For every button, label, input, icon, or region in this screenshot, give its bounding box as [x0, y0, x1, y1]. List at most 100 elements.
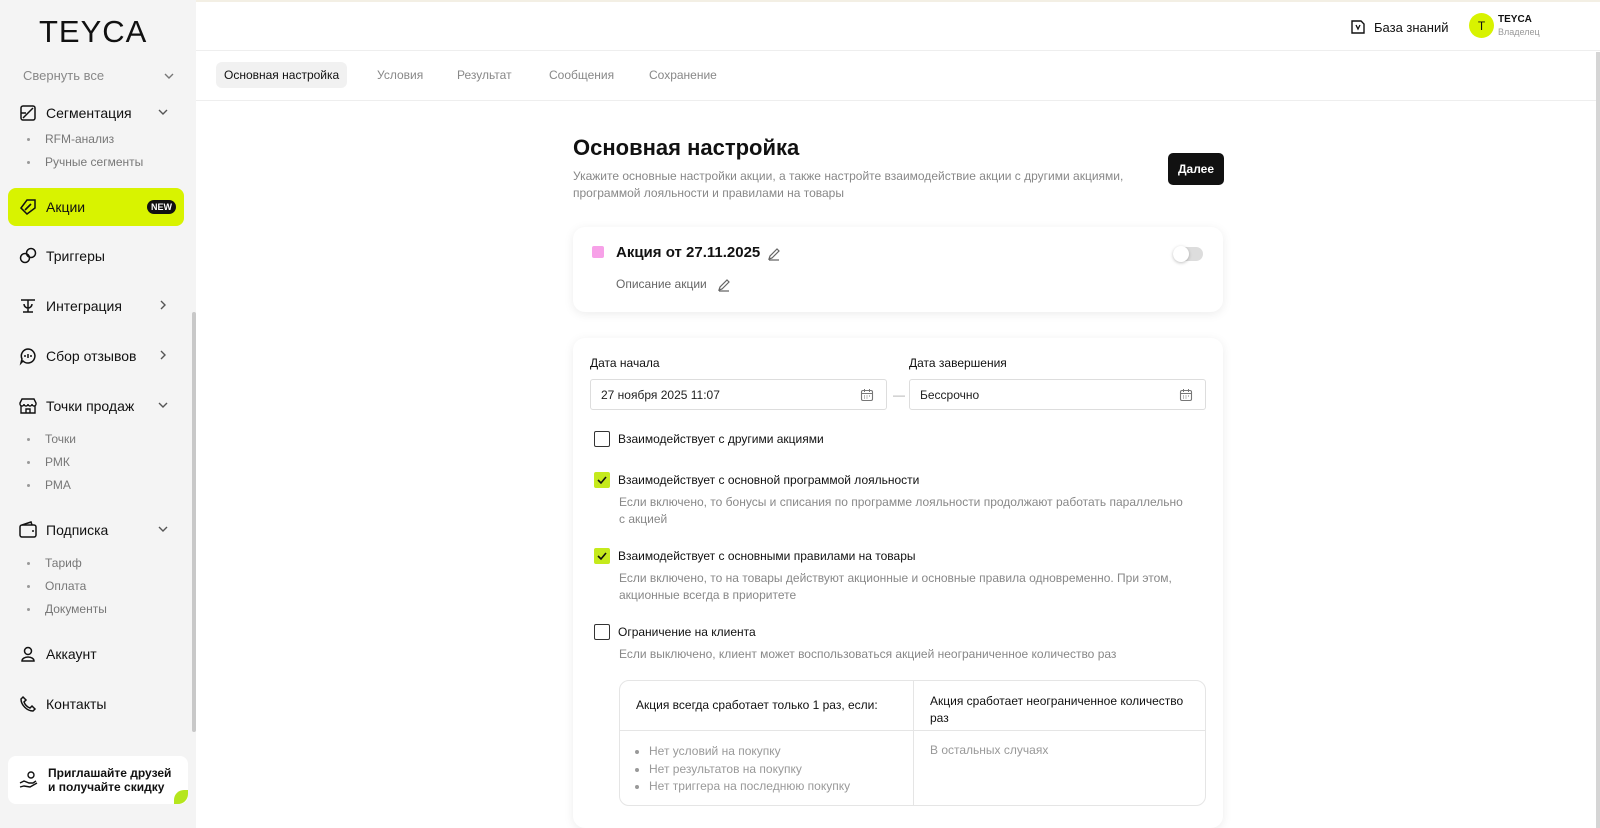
- sidebar-subitem-tariff[interactable]: Тариф: [27, 556, 82, 570]
- chevron-right-icon: [160, 300, 166, 310]
- option-client-limit[interactable]: Ограничение на клиента: [594, 624, 756, 640]
- phone-icon: [18, 694, 38, 714]
- promo-color-swatch[interactable]: [592, 246, 604, 258]
- list-item: Нет результатов на покупку: [649, 761, 913, 779]
- option-label: Взаимодействует с основными правилами на…: [618, 549, 916, 563]
- invite-line-2: и получайте скидку: [48, 780, 165, 794]
- knowledge-base-label: База знаний: [1374, 19, 1449, 35]
- tab-messages[interactable]: Сообщения: [541, 62, 622, 88]
- top-bar: База знаний T TEYCA Владелец: [196, 0, 1600, 51]
- knowledge-base-link[interactable]: База знаний: [1350, 19, 1449, 35]
- bullet: [27, 483, 30, 487]
- sidebar-subitem-payment[interactable]: Оплата: [27, 579, 86, 593]
- edit-pencil-icon[interactable]: [717, 278, 731, 292]
- sidebar-item-segmentation[interactable]: Сегментация: [8, 94, 184, 132]
- list-item: Нет условий на покупку: [649, 743, 913, 761]
- promo-description: Описание акции: [616, 277, 707, 291]
- sidebar-subitem-rfm[interactable]: RFM-анализ: [27, 132, 114, 146]
- sidebar-item-triggers[interactable]: Триггеры: [8, 237, 184, 275]
- usage-rules-table: Акция всегда сработает только 1 раз, есл…: [619, 680, 1206, 806]
- sidebar-item-reviews[interactable]: Сбор отзывов: [8, 337, 184, 375]
- sidebar-subitem-manual-segments[interactable]: Ручные сегменты: [27, 155, 143, 169]
- sidebar-subitem-label: Тариф: [45, 556, 82, 570]
- step-tabs: Основная настройка Условия Результат Соо…: [196, 51, 1600, 101]
- product-rules-hint: Если включено, то на товары действуют ак…: [619, 571, 1172, 602]
- start-date-value: 27 ноября 2025 11:07: [601, 387, 720, 402]
- list-item: Нет триггера на последнюю покупку: [649, 778, 913, 796]
- end-date-input[interactable]: Бессрочно: [909, 379, 1206, 410]
- user-menu[interactable]: T TEYCA Владелец: [1469, 13, 1540, 38]
- client-limit-checkbox[interactable]: [594, 624, 610, 640]
- sidebar-item-subscription[interactable]: Подписка: [8, 511, 184, 549]
- option-label: Взаимодействует с другими акциями: [618, 432, 824, 446]
- loyalty-checkbox[interactable]: [594, 472, 610, 488]
- logo[interactable]: TEYCA: [39, 14, 147, 50]
- invite-line-1: Приглашайте друзей: [48, 766, 172, 780]
- sidebar-subitem-documents[interactable]: Документы: [27, 602, 107, 616]
- product-rules-checkbox[interactable]: [594, 548, 610, 564]
- chevron-right-icon: [160, 350, 166, 360]
- chevron-down-icon: [158, 526, 168, 532]
- sidebar-item-account[interactable]: Аккаунт: [8, 635, 184, 673]
- sidebar-subitem-label: Документы: [45, 602, 107, 616]
- user-name: TEYCA: [1498, 13, 1532, 25]
- sidebar-item-label: Подписка: [46, 522, 109, 538]
- tab-conditions[interactable]: Условия: [369, 62, 431, 88]
- sidebar-subitem-label: Ручные сегменты: [45, 155, 144, 169]
- sidebar-subitem-rma[interactable]: РМА: [27, 478, 71, 492]
- end-date-label: Дата завершения: [909, 356, 1007, 370]
- triggers-icon: [18, 246, 38, 266]
- start-date-input[interactable]: 27 ноября 2025 11:07: [590, 379, 887, 410]
- next-button[interactable]: Далее: [1168, 153, 1224, 185]
- toggle-knob: [1173, 246, 1189, 262]
- leaf-decoration: [174, 790, 188, 804]
- table-header: Акция всегда сработает только 1 раз, есл…: [620, 681, 913, 731]
- table-cell: В остальных случаях: [930, 743, 1049, 757]
- promo-enabled-toggle[interactable]: [1173, 246, 1203, 262]
- other-promos-checkbox[interactable]: [594, 431, 610, 447]
- tab-result[interactable]: Результат: [449, 62, 520, 88]
- promo-header-card: Акция от 27.11.2025 Описание акции: [573, 227, 1223, 312]
- bullet: [27, 137, 30, 141]
- sidebar-item-label: Триггеры: [46, 248, 105, 264]
- once-conditions-list: Нет условий на покупку Нет результатов н…: [620, 731, 913, 796]
- user-icon: [18, 644, 38, 664]
- sidebar-item-contacts[interactable]: Контакты: [8, 685, 184, 723]
- sidebar-item-promotions[interactable]: Акции NEW: [8, 188, 184, 226]
- sidebar-item-label: Контакты: [46, 696, 107, 712]
- chevron-down-icon: [164, 73, 174, 79]
- sidebar-item-label: Сегментация: [46, 105, 132, 121]
- collapse-all-label: Свернуть все: [23, 68, 105, 83]
- checkmark-icon: [597, 476, 607, 485]
- sidebar-item-label: Аккаунт: [46, 646, 97, 662]
- invite-friends-banner[interactable]: Приглашайте друзей и получайте скидку: [8, 756, 188, 804]
- option-loyalty[interactable]: Взаимодействует с основной программой ло…: [594, 472, 919, 488]
- sidebar-item-sales-points[interactable]: Точки продаж: [8, 387, 184, 425]
- segmentation-icon: [18, 103, 38, 123]
- tab-main-settings[interactable]: Основная настройка: [216, 62, 348, 88]
- date-range-dash: —: [893, 388, 905, 402]
- option-product-rules[interactable]: Взаимодействует с основными правилами на…: [594, 548, 916, 564]
- sidebar-scrollbar[interactable]: [192, 312, 196, 732]
- promo-name: Акция от 27.11.2025: [616, 244, 761, 261]
- integration-icon: [18, 296, 38, 316]
- avatar: T: [1469, 13, 1494, 38]
- sidebar-subitem-rmk[interactable]: РМК: [27, 455, 70, 469]
- new-badge: NEW: [147, 200, 176, 214]
- wallet-icon: [18, 520, 38, 540]
- sidebar-item-integration[interactable]: Интеграция: [8, 287, 184, 325]
- calendar-icon[interactable]: [1179, 388, 1193, 402]
- sidebar-subitem-points[interactable]: Точки: [27, 432, 76, 446]
- collapse-all-button[interactable]: Свернуть все: [23, 68, 175, 83]
- sidebar-subitem-label: РМА: [45, 478, 71, 492]
- main-scrollbar[interactable]: [1596, 52, 1600, 828]
- edit-pencil-icon[interactable]: [767, 247, 781, 261]
- promotions-icon: [18, 197, 38, 217]
- invite-hand-icon: [18, 769, 40, 791]
- calendar-icon[interactable]: [860, 388, 874, 402]
- bullet: [27, 584, 30, 588]
- option-other-promos[interactable]: Взаимодействует с другими акциями: [594, 431, 824, 447]
- sidebar-item-label: Интеграция: [46, 298, 122, 314]
- tab-saving[interactable]: Сохранение: [641, 62, 725, 88]
- bullet: [27, 437, 30, 441]
